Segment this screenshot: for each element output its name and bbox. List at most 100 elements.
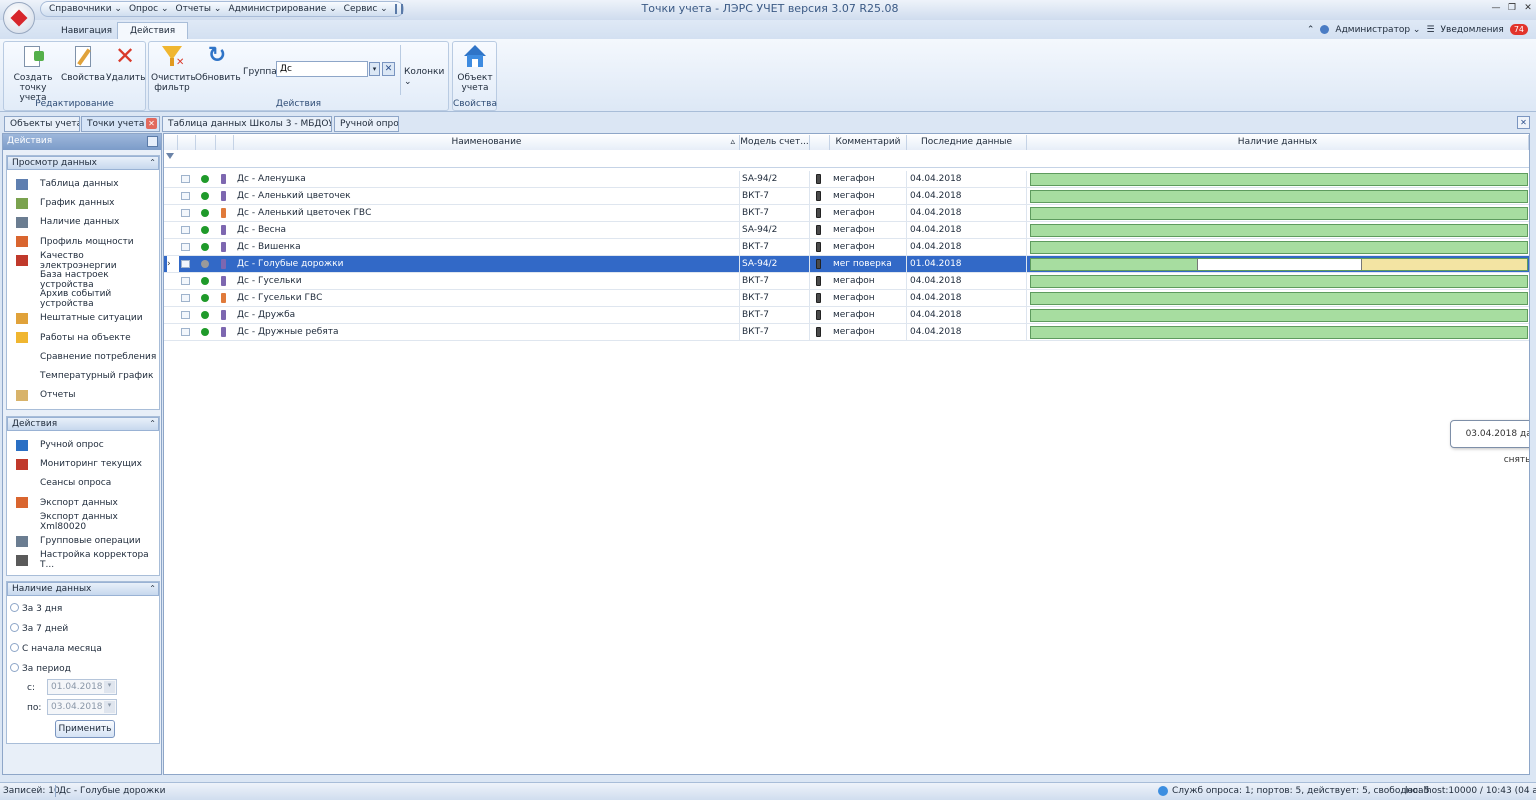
quick-save-icon[interactable]: [394, 4, 397, 14]
table-row[interactable]: Дс - Дружные ребята ВКТ-7 мегафон 04.04.201…: [164, 324, 1529, 341]
action-item-5[interactable]: Экспорт данных Xml80020: [16, 512, 159, 532]
filter-icon[interactable]: [166, 153, 174, 159]
view-item-8[interactable]: Нештатные ситуации: [16, 309, 143, 327]
group-dropdown-icon[interactable]: ▾: [369, 62, 380, 76]
radio-period[interactable]: За период: [10, 663, 71, 674]
row-checkbox[interactable]: [181, 209, 190, 217]
row-checkbox[interactable]: [181, 260, 190, 268]
columns-button[interactable]: Колонки ⌄: [404, 67, 448, 87]
availability-bar[interactable]: [1030, 309, 1528, 322]
row-checkbox[interactable]: [181, 226, 190, 234]
view-item-4[interactable]: Профиль мощности: [16, 233, 134, 251]
view-item-6[interactable]: База настроек устройства: [16, 270, 159, 290]
doc-tab-objects[interactable]: Объекты учета: [4, 116, 80, 132]
availability-bar[interactable]: [1030, 224, 1528, 237]
menu-administration[interactable]: Администрирование ⌄: [228, 4, 336, 14]
doc-tab-manual-poll[interactable]: Ручной опрос: [334, 116, 399, 132]
availability-bar[interactable]: [1030, 326, 1528, 339]
grid-header-name[interactable]: Наименование ▵: [234, 135, 740, 150]
view-item-9[interactable]: Работы на объекте: [16, 329, 131, 347]
calendar-dropdown-icon[interactable]: ▾: [104, 681, 115, 693]
view-item-1[interactable]: Таблица данных: [16, 175, 119, 193]
group-clear-icon[interactable]: ✕: [382, 62, 395, 76]
menu-directories[interactable]: Справочники ⌄: [49, 4, 122, 14]
notifications-button[interactable]: Уведомления: [1441, 25, 1504, 35]
view-data-header[interactable]: Просмотр данных ⌃: [7, 156, 159, 170]
table-row[interactable]: Дс - Аленький цветочек ГВС ВКТ-7 мегафон 04…: [164, 205, 1529, 222]
row-checkbox[interactable]: [181, 294, 190, 302]
calendar-dropdown-icon[interactable]: ▾: [104, 701, 115, 713]
view-item-2[interactable]: График данных: [16, 194, 115, 212]
user-menu[interactable]: Администратор ⌄: [1335, 25, 1420, 35]
table-row[interactable]: Дс - Дружба ВКТ-7 мегафон 04.04.2018: [164, 307, 1529, 324]
availability-bar[interactable]: [1030, 241, 1528, 254]
grid-header-availability[interactable]: Наличие данных: [1027, 135, 1529, 150]
row-checkbox[interactable]: [181, 175, 190, 183]
action-item-7[interactable]: Настройка корректора Т...: [16, 550, 159, 570]
filter-row[interactable]: [164, 151, 1529, 168]
row-checkbox[interactable]: [181, 277, 190, 285]
grid-header-model[interactable]: Модель счет...: [740, 135, 810, 150]
row-checkbox[interactable]: [181, 328, 190, 336]
collapse-availability-section-icon[interactable]: ⌃: [149, 584, 156, 593]
availability-bar[interactable]: [1030, 292, 1528, 305]
availability-bar[interactable]: [1030, 190, 1528, 203]
close-tab-icon[interactable]: ✕: [146, 118, 157, 129]
clear-filter-button[interactable]: ✕ Очистить фильтр: [151, 45, 196, 93]
minimize-button[interactable]: —: [1489, 3, 1503, 15]
collapse-ribbon-icon[interactable]: ⌃: [1307, 25, 1315, 35]
from-date-input[interactable]: 01.04.2018 ▾: [47, 679, 117, 695]
close-window-button[interactable]: ✕: [1521, 3, 1535, 15]
doc-tab-data-table[interactable]: Таблица данных Школы 3 - МБДОУ "Це: [162, 116, 332, 132]
object-button[interactable]: Объект учета: [455, 45, 495, 93]
row-checkbox[interactable]: [181, 243, 190, 251]
availability-header[interactable]: Наличие данных ⌃: [7, 582, 159, 596]
row-checkbox[interactable]: [181, 192, 190, 200]
refresh-button[interactable]: ↻ Обновить: [195, 45, 241, 84]
app-logo-icon[interactable]: [3, 2, 35, 34]
menu-polling[interactable]: Опрос ⌄: [129, 4, 169, 14]
row-checkbox[interactable]: [181, 311, 190, 319]
collapse-actions-section-icon[interactable]: ⌃: [149, 419, 156, 428]
table-row[interactable]: Дс - Аленушка SA-94/2 мегафон 04.04.2018: [164, 171, 1529, 188]
apply-button[interactable]: Применить: [55, 720, 115, 738]
availability-bar[interactable]: [1030, 173, 1528, 186]
menu-reports[interactable]: Отчеты ⌄: [176, 4, 222, 14]
properties-button[interactable]: Свойства: [60, 45, 106, 83]
view-item-5[interactable]: Качество электроэнергии: [16, 251, 159, 271]
pin-panel-icon[interactable]: [147, 136, 158, 147]
view-item-11[interactable]: Температурный график: [16, 367, 153, 385]
to-date-input[interactable]: 03.04.2018 ▾: [47, 699, 117, 715]
collapse-view-section-icon[interactable]: ⌃: [149, 158, 156, 167]
delete-button[interactable]: ✕ Удалить: [106, 44, 145, 83]
grid-header-connection[interactable]: [810, 135, 830, 150]
view-item-7[interactable]: Архив событий устройства: [16, 289, 159, 309]
grid-header-check[interactable]: [178, 135, 196, 150]
action-item-3[interactable]: Сеансы опроса: [16, 474, 111, 492]
actions-header[interactable]: Действия ⌃: [7, 417, 159, 431]
close-all-tabs-icon[interactable]: ✕: [1517, 116, 1530, 129]
action-item-4[interactable]: Экспорт данных: [16, 494, 118, 512]
restore-button[interactable]: ❐: [1505, 3, 1519, 15]
table-row[interactable]: Дс - Весна SA-94/2 мегафон 04.04.2018: [164, 222, 1529, 239]
radio-3-days[interactable]: За 3 дня: [10, 603, 62, 614]
table-row[interactable]: Дс - Гусельки ВКТ-7 мегафон 04.04.2018: [164, 273, 1529, 290]
view-item-10[interactable]: Сравнение потребления: [16, 348, 156, 366]
action-item-2[interactable]: Мониторинг текущих: [16, 455, 142, 473]
group-combobox[interactable]: [276, 61, 368, 77]
action-item-1[interactable]: Ручной опрос: [16, 436, 104, 454]
table-row[interactable]: Дс - Гусельки ГВС ВКТ-7 мегафон 04.04.2018: [164, 290, 1529, 307]
table-row[interactable]: Дс - Вишенка ВКТ-7 мегафон 04.04.2018: [164, 239, 1529, 256]
table-row[interactable]: › Дс - Голубые дорожки SA-94/2 мег поверка 0…: [164, 256, 1529, 273]
create-point-button[interactable]: Создать точку учета: [7, 45, 59, 103]
availability-bar[interactable]: [1030, 207, 1528, 220]
table-row[interactable]: Дс - Аленький цветочек ВКТ-7 мегафон 04.04.…: [164, 188, 1529, 205]
grid-header-comment[interactable]: Комментарий: [830, 135, 907, 150]
view-item-12[interactable]: Отчеты: [16, 386, 76, 404]
doc-tab-points[interactable]: Точки учета ✕: [81, 116, 160, 132]
menu-service[interactable]: Сервис ⌄: [344, 4, 388, 14]
availability-bar[interactable]: [1030, 275, 1528, 288]
availability-bar[interactable]: [1030, 258, 1528, 271]
radio-month-start[interactable]: С начала месяца: [10, 643, 102, 654]
quick-print-icon[interactable]: [400, 4, 403, 14]
